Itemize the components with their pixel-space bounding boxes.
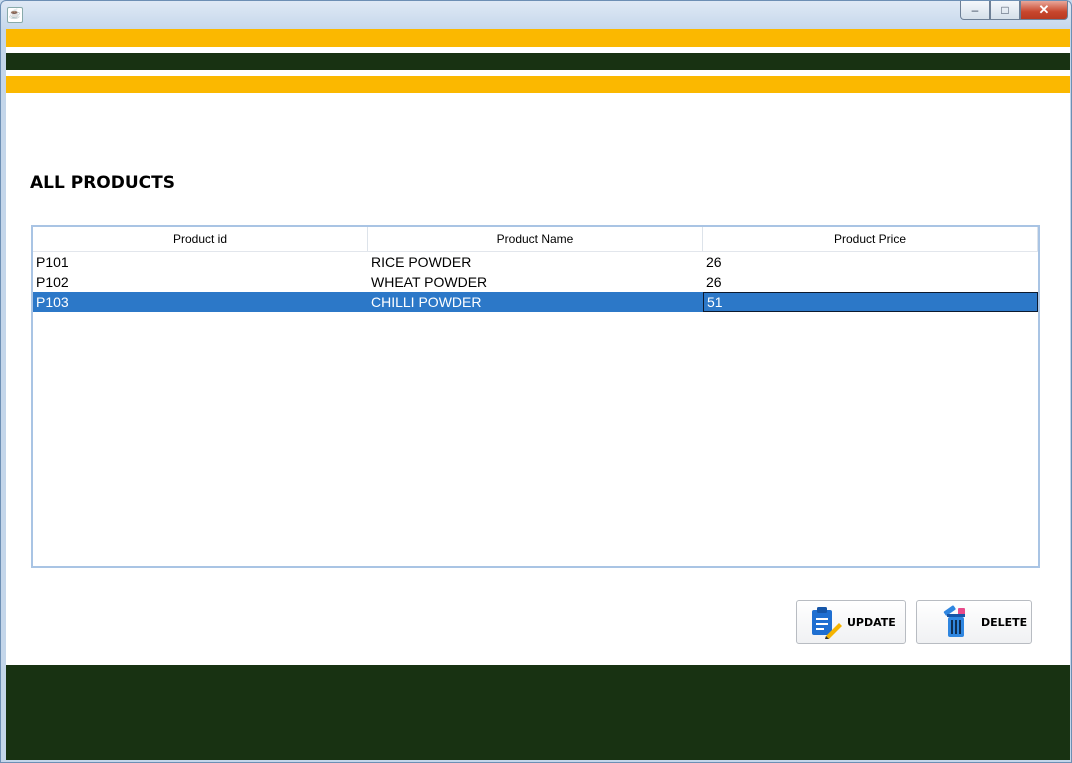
footer-band [6,665,1070,760]
header-stripe-green [6,53,1070,70]
cell-product-name[interactable]: RICE POWDER [368,252,703,272]
header-stripe-yellow-bottom [6,76,1070,93]
delete-button[interactable]: DELETE [916,600,1032,644]
java-app-icon[interactable]: ☕ [7,7,23,23]
cell-product-name[interactable]: WHEAT POWDER [368,272,703,292]
table-row-selected[interactable]: P103 CHILLI POWDER 51 [33,292,1038,312]
table-row[interactable]: P101 RICE POWDER 26 [33,252,1038,272]
cell-product-id[interactable]: P102 [33,272,368,292]
main-panel: ALL PRODUCTS Product id Product Name Pro… [6,29,1070,760]
update-button[interactable]: UPDATE [796,600,906,644]
cell-product-price-focused[interactable]: 51 [703,292,1038,312]
close-button[interactable]: ✕ [1020,1,1068,20]
delete-button-label: DELETE [981,615,1028,629]
cell-product-price[interactable]: 26 [703,252,1038,272]
column-header-product-name[interactable]: Product Name [368,227,703,251]
minimize-button[interactable]: – [960,1,990,20]
table-header: Product id Product Name Product Price [33,227,1038,252]
update-button-label: UPDATE [847,615,896,629]
cell-product-id[interactable]: P103 [33,292,368,312]
trash-bin-icon [943,605,965,637]
title-bar[interactable]: ☕ – □ ✕ [1,1,1071,27]
products-table[interactable]: Product id Product Name Product Price P1… [31,225,1040,568]
window-controls: – □ ✕ [960,1,1068,20]
maximize-button[interactable]: □ [990,1,1020,20]
page-title: ALL PRODUCTS [30,173,175,193]
cell-product-id[interactable]: P101 [33,252,368,272]
cell-product-price[interactable]: 26 [703,272,1038,292]
header-stripe-yellow-top [6,29,1070,47]
clipboard-edit-icon [812,607,842,639]
table-row[interactable]: P102 WHEAT POWDER 26 [33,272,1038,292]
column-header-product-price[interactable]: Product Price [703,227,1038,251]
table-body: P101 RICE POWDER 26 P102 WHEAT POWDER 26… [33,252,1038,312]
cell-product-name[interactable]: CHILLI POWDER [368,292,703,312]
column-header-product-id[interactable]: Product id [33,227,368,251]
app-window: ☕ – □ ✕ ALL PRODUCTS Product id Product … [0,0,1072,763]
